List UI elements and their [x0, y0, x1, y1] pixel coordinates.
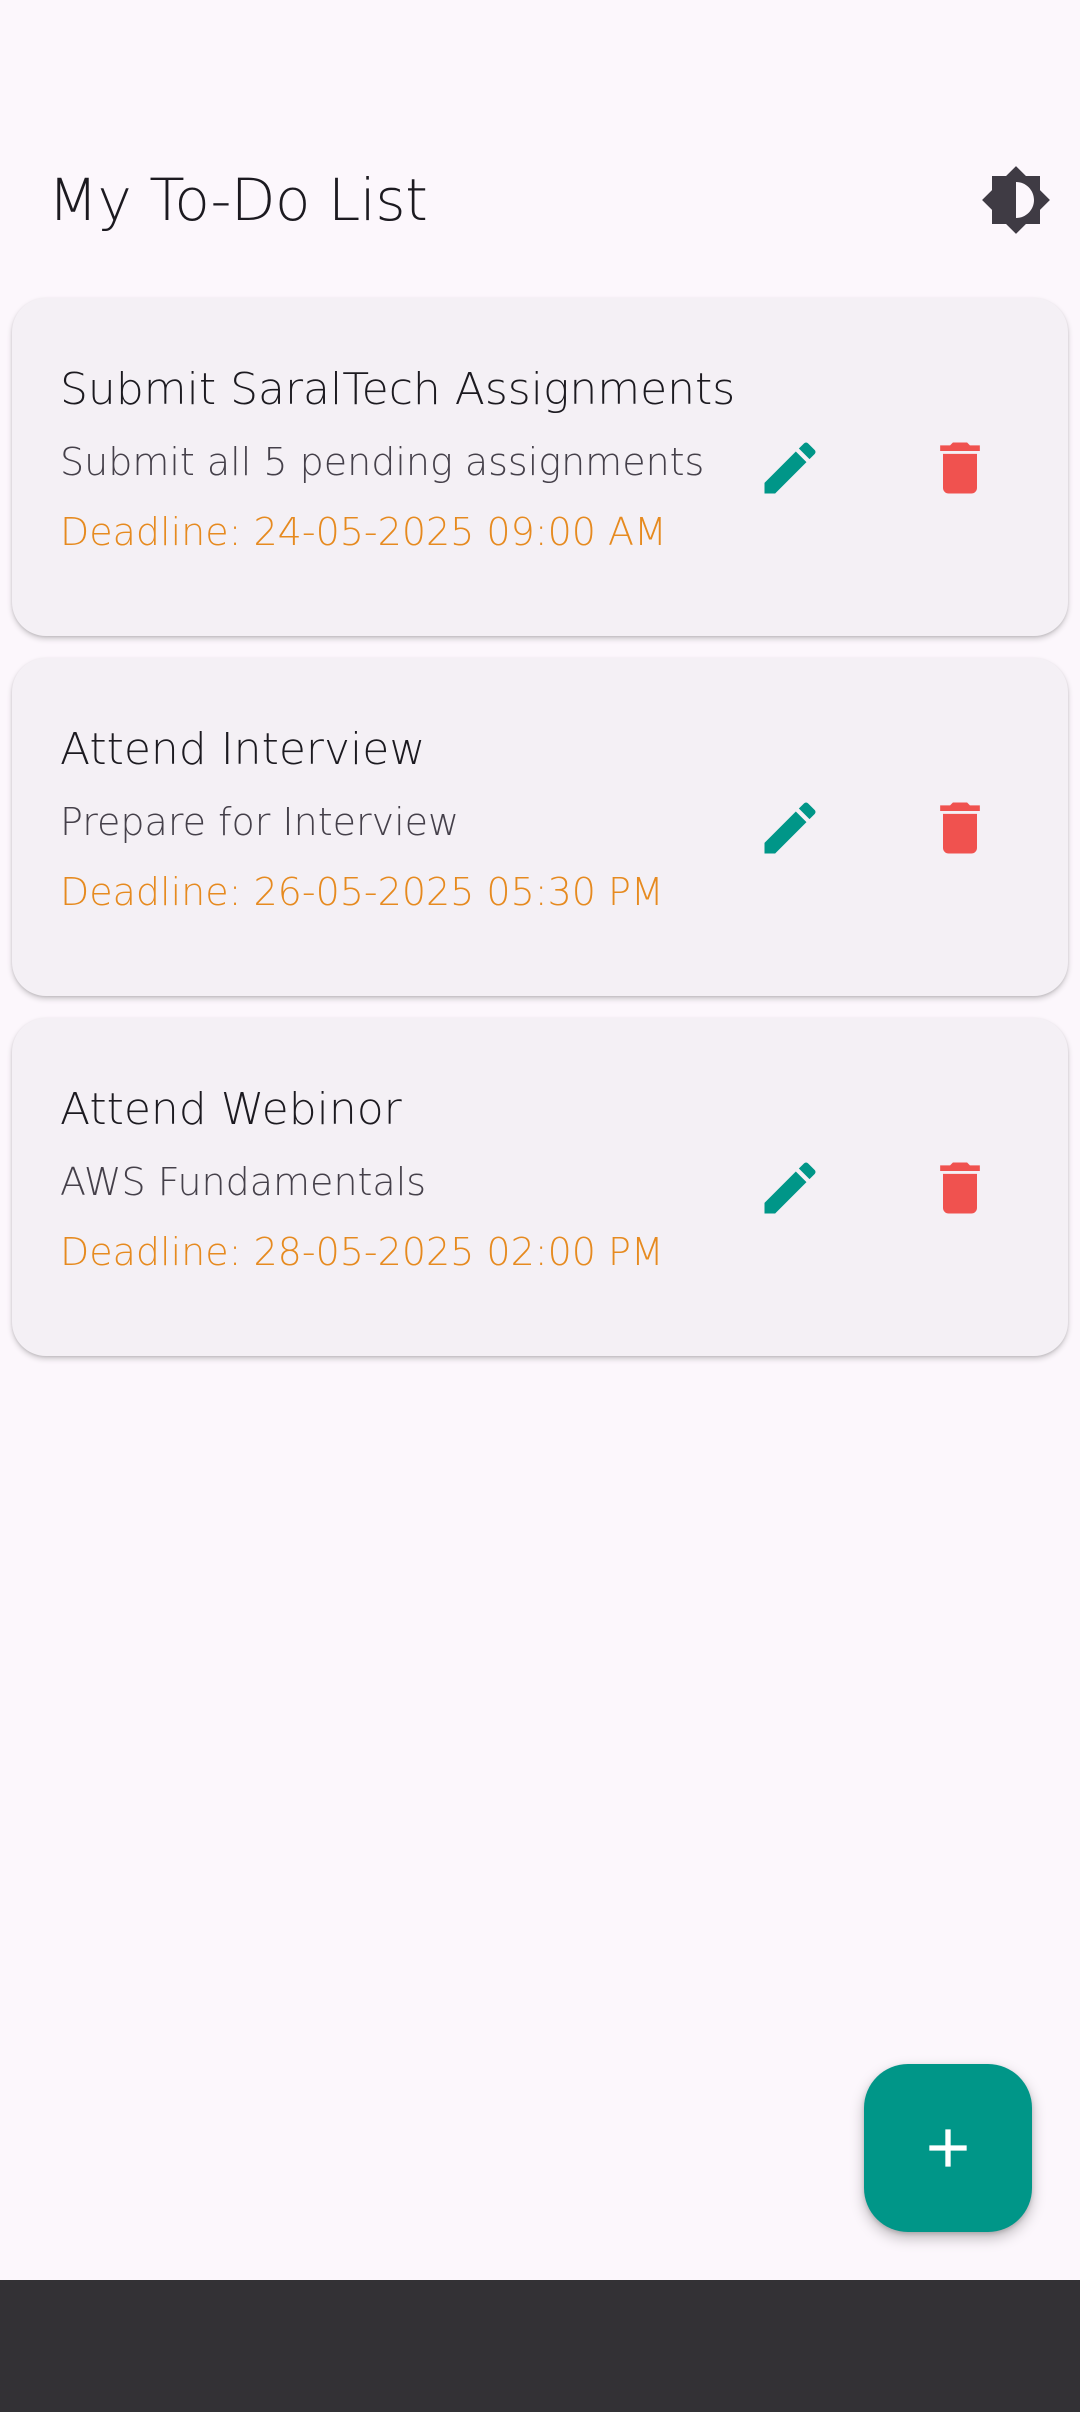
task-title: Attend Interview — [60, 724, 426, 775]
todo-app-screen: My To-Do List Submit SaralTech Assignmen… — [0, 0, 1080, 2412]
task-description: AWS Fundamentals — [60, 1160, 427, 1204]
delete-button[interactable] — [920, 1148, 1000, 1228]
page-title: My To-Do List — [48, 166, 428, 234]
task-deadline: Deadline: 26-05-2025 05:30 PM — [60, 870, 664, 914]
edit-button[interactable] — [750, 428, 830, 508]
edit-button[interactable] — [750, 788, 830, 868]
task-title: Attend Webinor — [60, 1084, 402, 1135]
task-text: Attend Webinor AWS Fundamentals Deadline… — [60, 1078, 720, 1280]
task-deadline: Deadline: 28-05-2025 02:00 PM — [60, 1230, 664, 1274]
pencil-icon — [764, 442, 816, 494]
task-card[interactable]: Attend Webinor AWS Fundamentals Deadline… — [12, 1018, 1068, 1356]
delete-button[interactable] — [920, 788, 1000, 868]
theme-toggle-button[interactable] — [976, 160, 1056, 240]
task-text: Submit SaralTech Assignments Submit all … — [60, 358, 736, 560]
system-navigation-bar — [0, 2280, 1080, 2412]
task-card[interactable]: Attend Interview Prepare for Interview D… — [12, 658, 1068, 996]
task-text: Attend Interview Prepare for Interview D… — [60, 718, 720, 920]
trash-icon — [940, 1162, 980, 1214]
task-deadline: Deadline: 24-05-2025 09:00 AM — [60, 510, 667, 554]
add-task-button[interactable] — [864, 2064, 1032, 2232]
task-list: Submit SaralTech Assignments Submit all … — [12, 298, 1068, 1378]
task-description: Prepare for Interview — [60, 800, 460, 844]
app-header: My To-Do List — [48, 150, 1056, 250]
brightness-contrast-icon — [982, 166, 1050, 234]
trash-icon — [940, 442, 980, 494]
pencil-icon — [764, 1162, 816, 1214]
delete-button[interactable] — [920, 428, 1000, 508]
pencil-icon — [764, 802, 816, 854]
task-title: Submit SaralTech Assignments — [60, 364, 736, 415]
plus-icon — [929, 2129, 967, 2167]
trash-icon — [940, 802, 980, 854]
task-card[interactable]: Submit SaralTech Assignments Submit all … — [12, 298, 1068, 636]
edit-button[interactable] — [750, 1148, 830, 1228]
task-description: Submit all 5 pending assignments — [60, 440, 705, 484]
